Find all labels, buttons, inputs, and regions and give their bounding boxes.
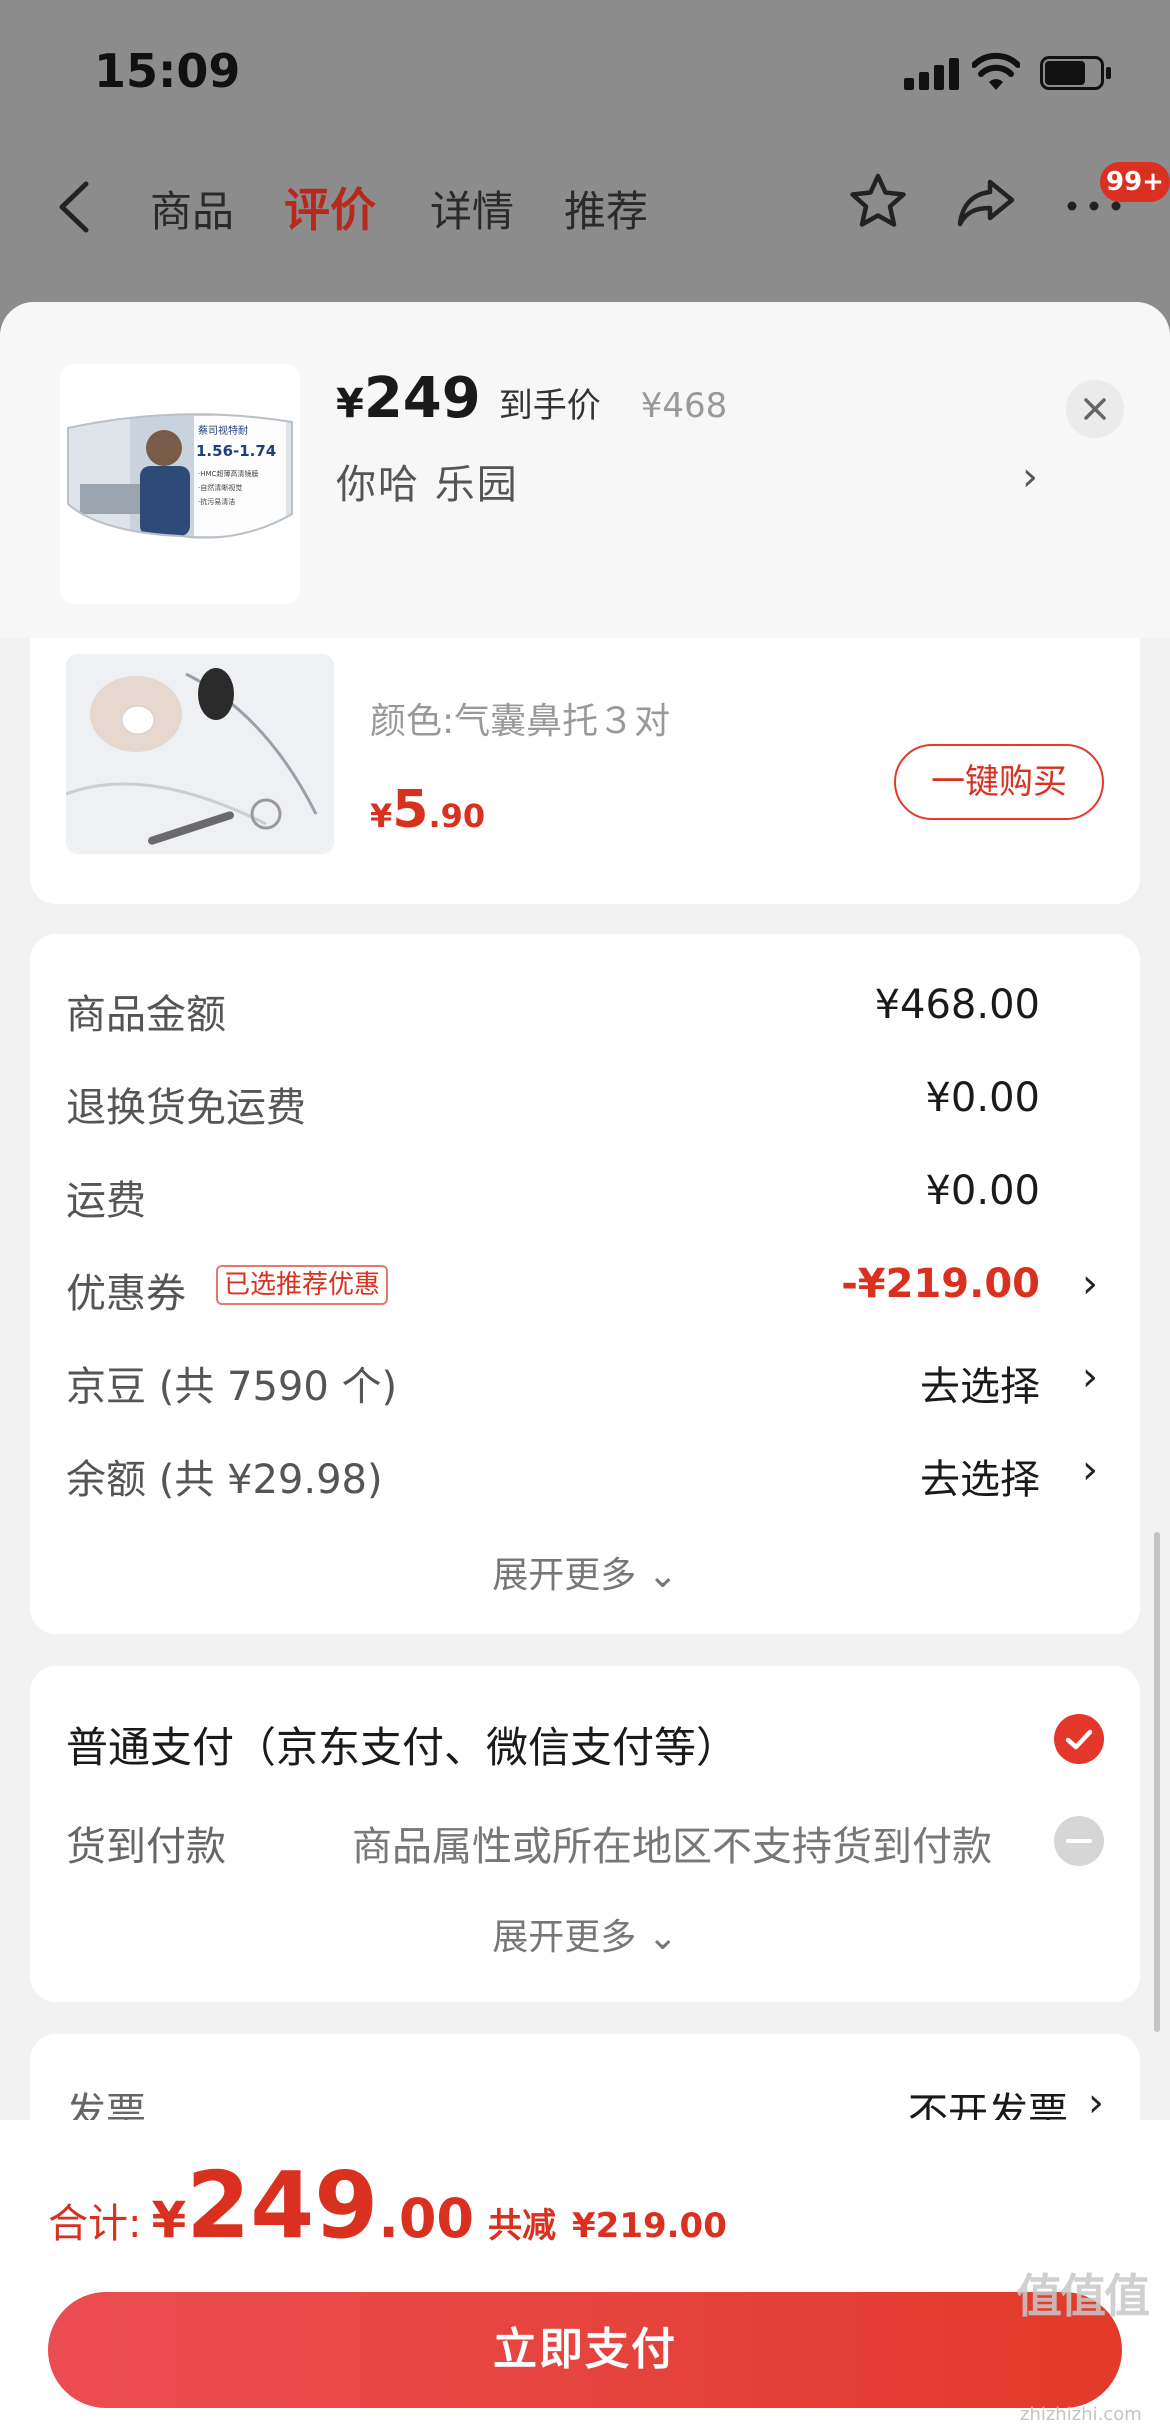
tab-details[interactable]: 详情 — [430, 178, 514, 239]
thumb-brand: 蔡司视特耐 — [198, 424, 248, 437]
one-click-buy-button[interactable]: 一键购买 — [894, 744, 1104, 820]
top-nav: 商品 评价 详情 推荐 99+ — [0, 140, 1170, 270]
cash-on-delivery-note: 商品属性或所在地区不支持货到付款 — [352, 1824, 992, 1870]
normal-payment-option[interactable]: 普通支付（京东支付、微信支付等） — [66, 1714, 738, 1775]
lens-product-image: 蔡司视特耐 1.56-1.74 ·HMC超薄高清镜膜 ·自然清晰视觉 ·抗污易清… — [60, 364, 300, 604]
payment-method-card: 普通支付（京东支付、微信支付等） 货到付款 商品属性或所在地区不支持货到付款 展… — [30, 1666, 1140, 2002]
watermark-url: zhizhizhi.com — [1020, 2404, 1142, 2425]
spec-chevron-right-icon[interactable]: › — [1022, 454, 1038, 500]
selected-check-icon[interactable] — [1054, 1714, 1104, 1764]
header-original-price: ¥468 — [640, 386, 728, 426]
total-saved-value: ¥219.00 — [572, 2206, 727, 2246]
header-price-label: 到手价 — [498, 386, 601, 426]
close-icon — [1084, 398, 1106, 420]
status-time: 15:09 — [94, 44, 241, 98]
product-thumbnail[interactable]: 蔡司视特耐 1.56-1.74 ·HMC超薄高清镜膜 ·自然清晰视觉 ·抗污易清… — [60, 364, 300, 604]
selected-spec[interactable]: 你哈 乐园 — [336, 452, 519, 510]
pay-now-button[interactable]: 立即支付 — [48, 2292, 1122, 2408]
checkout-bottom-bar: 合计: ¥ 249 .00 共减 ¥219.00 立即支付 — [0, 2120, 1170, 2430]
tab-reviews[interactable]: 评价 — [284, 174, 376, 240]
thumb-range: 1.56-1.74 — [196, 442, 276, 460]
checkout-sheet: 蔡司视特耐 1.56-1.74 ·HMC超薄高清镜膜 ·自然清晰视觉 ·抗污易清… — [0, 302, 1170, 2430]
recommended-discount-tag: 已选推荐优惠 — [216, 1265, 389, 1305]
battery-icon — [1040, 56, 1112, 90]
chevron-right-icon: › — [1082, 1354, 1098, 1400]
order-total: 合计: ¥ 249 .00 共减 ¥219.00 — [48, 2152, 727, 2259]
tab-product[interactable]: 商品 — [150, 178, 234, 239]
cellular-signal-icon — [904, 58, 960, 90]
wifi-icon — [972, 52, 1020, 90]
share-icon[interactable] — [954, 170, 1018, 234]
chevron-right-icon: › — [1082, 1447, 1098, 1493]
cash-on-delivery-label: 货到付款 — [66, 1824, 226, 1870]
chevron-right-icon: › — [1082, 1261, 1098, 1307]
star-favorite-icon[interactable] — [846, 170, 910, 234]
header-price-line: ¥ 249 到手价 ¥468 — [336, 366, 727, 431]
thumb-line2: ·自然清晰视觉 — [198, 483, 242, 492]
product-header: 蔡司视特耐 1.56-1.74 ·HMC超薄高清镜膜 ·自然清晰视觉 ·抗污易清… — [0, 302, 1170, 638]
summary-row-jingdou[interactable]: 京豆 (共 7590 个) 去选择 › — [66, 1346, 1106, 1410]
header-price: 249 — [363, 366, 481, 431]
disabled-minus-icon — [1054, 1816, 1104, 1866]
addon-spec: 颜色:气囊鼻托３对 — [370, 701, 671, 742]
summary-row-goods-amount: 商品金额 ¥468.00 — [66, 982, 1040, 1038]
tab-recommend[interactable]: 推荐 — [564, 178, 648, 239]
addon-product-image[interactable] — [66, 654, 334, 854]
message-badge: 99+ — [1100, 162, 1170, 202]
summary-row-shipping: 运费 ¥0.00 — [66, 1168, 1040, 1224]
thumb-line1: ·HMC超薄高清镜膜 — [198, 469, 258, 478]
status-bar: 15:09 — [0, 0, 1170, 140]
payment-expand-more[interactable]: 展开更多 ⌄ — [30, 1908, 1140, 1960]
summary-row-coupon[interactable]: 优惠券 已选推荐优惠 -¥219.00 › — [66, 1253, 1106, 1317]
header-currency: ¥ — [336, 381, 364, 427]
total-saved-label: 共减 — [488, 2206, 556, 2246]
thumb-line3: ·抗污易清洁 — [198, 497, 235, 506]
watermark-logo: 值值值 — [1016, 2269, 1150, 2323]
summary-row-free-return: 退换货免运费 ¥0.00 — [66, 1075, 1040, 1131]
close-button[interactable] — [1066, 380, 1124, 438]
addon-price: ¥5.90 — [370, 780, 486, 840]
back-arrow-icon[interactable] — [52, 180, 96, 234]
order-summary-card: 商品金额 ¥468.00 退换货免运费 ¥0.00 运费 ¥0.00 优惠券 已… — [30, 934, 1140, 1634]
scrollbar[interactable] — [1154, 1532, 1160, 2032]
summary-row-balance[interactable]: 余额 (共 ¥29.98) 去选择 › — [66, 1439, 1106, 1503]
summary-expand-more[interactable]: 展开更多 ⌄ — [30, 1546, 1140, 1598]
